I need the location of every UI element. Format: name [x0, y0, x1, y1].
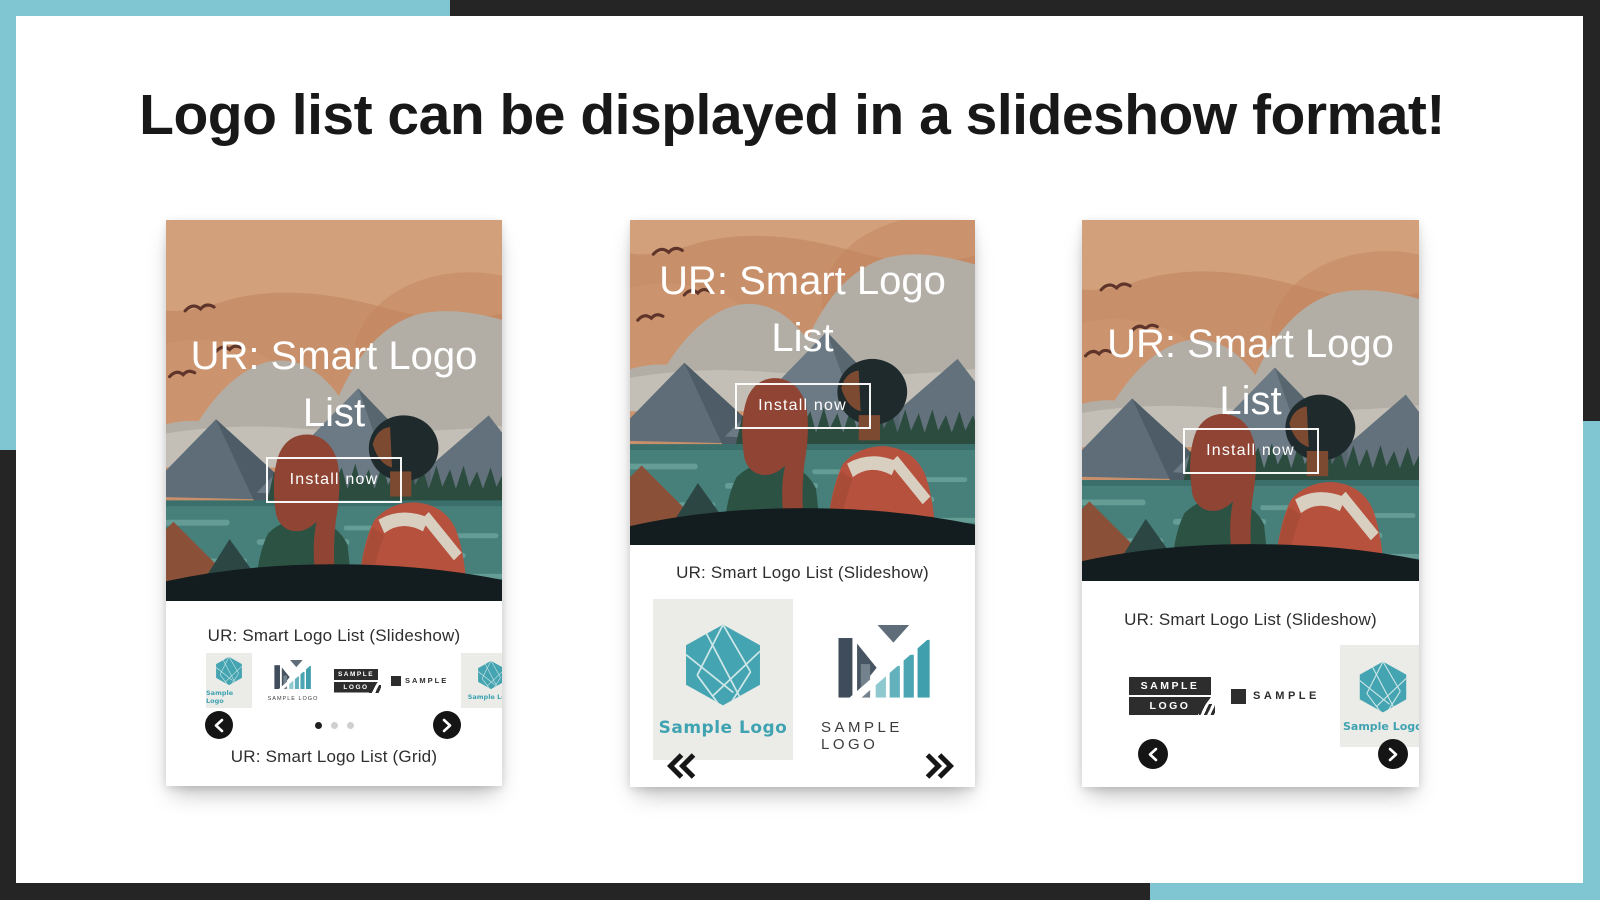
square-mark-icon: [391, 676, 401, 686]
slideshow-prev-button[interactable]: [667, 753, 697, 782]
frame-strip-top: [0, 0, 1600, 16]
hexagon-logo-label: Sample Logo: [659, 718, 788, 738]
install-now-button[interactable]: Install now: [735, 383, 871, 429]
card-body: UR: Smart Logo List (Slideshow) Sample L…: [166, 601, 502, 786]
slideshow-section-title: UR: Smart Logo List (Slideshow): [166, 601, 502, 646]
sample-logo-square: SAMPLE: [391, 676, 448, 686]
preview-card-slideshow-and-grid: UR: Smart Logo List Install now UR: Smar…: [166, 220, 502, 786]
frame-strip-bottom-dark: [0, 883, 1150, 900]
banner-title-line1: UR: Smart Logo: [1107, 322, 1394, 366]
hexagon-logo-label: Sample Logo: [468, 693, 502, 701]
sample-logo-badge: SAMPLE LOGO: [334, 669, 378, 693]
bars-logo-label: SAMPLE LOGO: [268, 696, 319, 702]
carousel-dot-3[interactable]: [347, 722, 354, 729]
square-logo-label: SAMPLE: [1253, 690, 1320, 702]
sample-logo-bars: SAMPLE LOGO: [265, 660, 321, 702]
square-mark-icon: [1231, 689, 1246, 704]
plugin-banner-illustration: UR: Smart Logo List Install now: [1082, 220, 1419, 581]
hexagon-icon: [476, 660, 502, 690]
frame-strip-right: [1583, 0, 1600, 900]
hexagon-icon: [214, 656, 244, 686]
carousel-dot-1[interactable]: [315, 722, 322, 729]
double-chevron-right-icon: [924, 753, 954, 779]
hexagon-icon: [680, 622, 766, 708]
frame-strip-bottom: [0, 883, 1600, 900]
sample-logo-badge: SAMPLE LOGO: [1129, 677, 1211, 715]
banner-title-line2: List: [1219, 379, 1281, 423]
badge-stripes-decoration: [369, 685, 381, 693]
carousel-next-button[interactable]: [1378, 739, 1408, 769]
carousel-prev-button[interactable]: [1138, 739, 1168, 769]
square-logo-label: SAMPLE: [405, 676, 448, 685]
slideshow-next-button[interactable]: [924, 753, 954, 782]
frame-strip-right-dark: [1583, 0, 1600, 421]
slideshow-section-title: UR: Smart Logo List (Slideshow): [630, 545, 975, 583]
grid-section-title: UR: Smart Logo List (Grid): [166, 747, 502, 767]
plugin-banner-title: UR: Smart Logo List: [1082, 316, 1419, 430]
banner-overlay: UR: Smart Logo List Install now: [630, 220, 975, 545]
banner-title-line2: List: [303, 391, 365, 435]
preview-card-large-slideshow: UR: Smart Logo List Install now UR: Smar…: [630, 220, 975, 787]
carousel-dots: [315, 722, 354, 729]
frame-strip-top-teal: [0, 0, 450, 16]
carousel-next-button[interactable]: [433, 711, 461, 739]
bars-logo-label: SAMPLE LOGO: [821, 719, 949, 753]
banner-overlay: UR: Smart Logo List Install now: [166, 220, 502, 601]
chevron-right-icon: [442, 718, 452, 733]
page-title: Logo list can be displayed in a slidesho…: [0, 82, 1584, 148]
chevron-left-icon: [1148, 747, 1158, 762]
banner-overlay: UR: Smart Logo List Install now: [1082, 220, 1419, 581]
sample-logo-hexagon: Sample Logo: [1340, 645, 1419, 747]
plugin-banner-illustration: UR: Smart Logo List Install now: [166, 220, 502, 601]
preview-card-medium-slideshow: UR: Smart Logo List Install now UR: Smar…: [1082, 220, 1419, 787]
plugin-banner-title: UR: Smart Logo List: [630, 253, 975, 367]
frame-strip-top-dark: [450, 0, 1600, 16]
badge-stripes-decoration: [1199, 704, 1215, 715]
frame-strip-right-teal: [1583, 421, 1600, 900]
card-body: UR: Smart Logo List (Slideshow) Sample L…: [630, 545, 975, 787]
badge-row-sample: SAMPLE: [334, 669, 378, 680]
hexagon-logo-label: Sample Logo: [1343, 720, 1419, 733]
bars-icon: [834, 625, 936, 705]
logo-slideshow-strip: Sample Logo SAMPLE LOGO SAMPLE LOGO SAMP…: [166, 652, 502, 709]
sample-logo-bars: SAMPLE LOGO: [821, 625, 949, 753]
chevron-right-icon: [1388, 747, 1398, 762]
carousel-dot-2[interactable]: [331, 722, 338, 729]
logo-slideshow-strip: Sample Logo SAMPLE LOGO: [630, 599, 975, 760]
frame-strip-bottom-teal: [1150, 883, 1600, 900]
sample-logo-square: SAMPLE: [1231, 689, 1320, 704]
plugin-banner-illustration: UR: Smart Logo List Install now: [630, 220, 975, 545]
banner-title-line2: List: [771, 316, 833, 360]
sample-logo-hexagon: Sample Logo: [653, 599, 793, 760]
badge-row-sample: SAMPLE: [1129, 677, 1211, 695]
hexagon-icon: [1356, 660, 1410, 714]
chevron-left-icon: [214, 718, 224, 733]
install-now-button[interactable]: Install now: [1183, 428, 1319, 474]
carousel-controls: [166, 710, 502, 740]
frame-strip-left-teal: [0, 0, 16, 450]
slideshow-section-title: UR: Smart Logo List (Slideshow): [1082, 581, 1419, 630]
logo-slideshow-strip: SAMPLE LOGO SAMPLE Sample Logo: [1082, 645, 1419, 747]
bars-icon: [272, 660, 314, 692]
sample-logo-hexagon: Sample Logo: [206, 653, 252, 708]
carousel-prev-button[interactable]: [205, 711, 233, 739]
plugin-banner-title: UR: Smart Logo List: [166, 328, 502, 442]
frame-strip-left-dark: [0, 450, 16, 900]
sample-logo-hexagon-partial: Sample Logo: [461, 653, 502, 708]
banner-title-line1: UR: Smart Logo: [191, 334, 478, 378]
double-chevron-left-icon: [667, 753, 697, 779]
hexagon-logo-label: Sample Logo: [206, 689, 252, 705]
install-now-button[interactable]: Install now: [266, 457, 402, 503]
banner-title-line1: UR: Smart Logo: [659, 259, 946, 303]
card-body: UR: Smart Logo List (Slideshow) SAMPLE L…: [1082, 581, 1419, 787]
